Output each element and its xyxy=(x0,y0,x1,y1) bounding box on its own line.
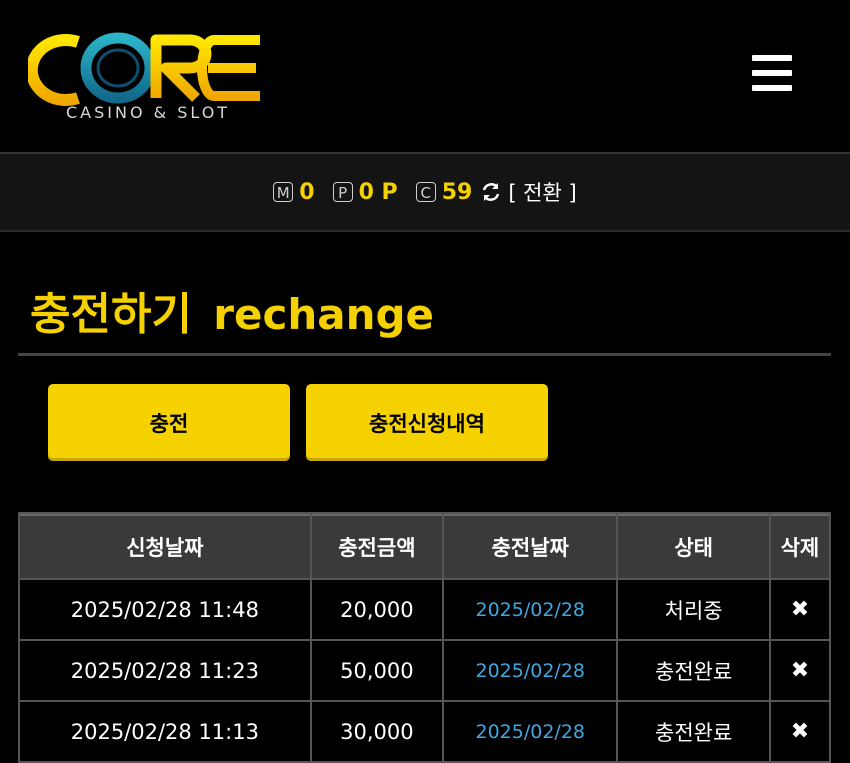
switch-link[interactable]: [ 전환 ] xyxy=(508,177,576,207)
money-badge-icon: M xyxy=(273,182,294,202)
cell-request-date: 2025/02/28 11:13 xyxy=(20,702,310,761)
header-charge-date: 충전날짜 xyxy=(444,514,617,578)
cell-amount: 30,000 xyxy=(311,702,443,761)
money-value: 0 xyxy=(299,179,315,205)
hamburger-menu-icon[interactable] xyxy=(752,55,792,91)
table-row: 2025/02/28 11:23 50,000 2025/02/28 충전완료 … xyxy=(20,641,829,700)
point-badge-icon: P xyxy=(332,182,353,202)
cell-request-date: 2025/02/28 11:23 xyxy=(20,641,310,700)
charge-button[interactable]: 충전 xyxy=(48,384,290,461)
page-title-main: 충전하기 xyxy=(30,289,192,340)
core-logo[interactable]: CASINO & SLOT xyxy=(28,28,268,128)
cell-status: 충전완료 xyxy=(618,702,769,761)
table-header-row: 신청날짜 충전금액 충전날짜 상태 삭제 xyxy=(20,514,829,578)
delete-icon[interactable]: ✖ xyxy=(770,580,829,639)
cell-status: 충전완료 xyxy=(618,641,769,700)
refresh-icon[interactable] xyxy=(480,181,502,203)
coin-value: 59 xyxy=(441,179,473,205)
header-status: 상태 xyxy=(618,514,769,578)
cell-charge-date[interactable]: 2025/02/28 xyxy=(444,702,617,761)
cell-amount: 50,000 xyxy=(311,641,443,700)
logo-tagline: CASINO & SLOT xyxy=(66,103,230,122)
page-title-sub: rechange xyxy=(213,290,435,339)
delete-icon[interactable]: ✖ xyxy=(770,641,829,700)
cell-charge-date[interactable]: 2025/02/28 xyxy=(444,580,617,639)
cell-amount: 20,000 xyxy=(311,580,443,639)
header-delete: 삭제 xyxy=(770,514,829,578)
cell-charge-date[interactable]: 2025/02/28 xyxy=(444,641,617,700)
table-row: 2025/02/28 11:48 20,000 2025/02/28 처리중 ✖ xyxy=(20,580,829,639)
charge-table: 신청날짜 충전금액 충전날짜 상태 삭제 2025/02/28 11:48 20… xyxy=(18,512,831,763)
point-value: 0 P xyxy=(358,179,398,205)
table-row: 2025/02/28 11:13 30,000 2025/02/28 충전완료 … xyxy=(20,702,829,761)
cell-status: 처리중 xyxy=(618,580,769,639)
charge-history-button[interactable]: 충전신청내역 xyxy=(306,384,548,461)
delete-icon[interactable]: ✖ xyxy=(770,702,829,761)
points-bar: M 0 P 0 P C 59 [ 전환 ] xyxy=(0,152,850,232)
header-request-date: 신청날짜 xyxy=(20,514,310,578)
site-header: CASINO & SLOT xyxy=(0,0,850,152)
header-amount: 충전금액 xyxy=(311,514,443,578)
coin-badge-icon: C xyxy=(415,182,436,202)
page-title: 충전하기 rechange xyxy=(30,278,434,342)
title-divider xyxy=(18,353,831,356)
cell-request-date: 2025/02/28 11:48 xyxy=(20,580,310,639)
